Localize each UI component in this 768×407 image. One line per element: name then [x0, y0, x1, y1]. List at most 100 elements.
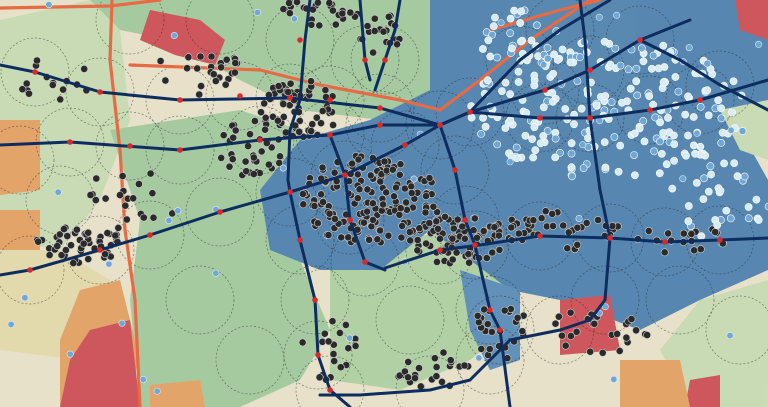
station-marker — [287, 95, 293, 101]
data-point — [690, 246, 698, 255]
data-point — [393, 40, 401, 49]
station-marker — [67, 139, 73, 145]
data-point — [330, 168, 339, 177]
data-point — [635, 124, 644, 133]
data-point — [487, 327, 496, 336]
data-point — [432, 363, 441, 371]
data-point — [341, 320, 350, 329]
data-point — [295, 127, 304, 136]
station-marker — [327, 97, 333, 103]
data-point — [139, 375, 147, 383]
station-marker — [147, 232, 153, 238]
station-marker — [717, 237, 723, 243]
data-point — [84, 255, 93, 263]
data-point — [659, 78, 668, 87]
station-marker — [97, 247, 103, 253]
data-point — [448, 234, 457, 243]
data-point — [34, 237, 43, 246]
data-point — [411, 374, 419, 382]
data-point — [56, 95, 65, 104]
data-point — [514, 229, 523, 238]
data-point — [346, 334, 354, 342]
data-point — [249, 170, 258, 178]
data-point — [279, 100, 288, 108]
data-point — [697, 232, 706, 241]
data-point — [448, 255, 457, 264]
station-marker — [27, 267, 33, 273]
station-marker — [662, 239, 668, 245]
data-point — [460, 361, 469, 370]
data-point — [649, 100, 657, 109]
data-point — [630, 151, 638, 159]
data-point — [367, 222, 376, 231]
data-point — [568, 172, 576, 181]
station-marker — [382, 57, 388, 63]
data-point — [595, 13, 603, 21]
data-point — [407, 182, 416, 191]
data-point — [727, 126, 735, 134]
data-point — [344, 233, 353, 242]
data-point — [707, 170, 715, 179]
data-point — [517, 7, 525, 16]
data-point — [713, 221, 722, 229]
data-point — [644, 226, 653, 235]
data-point — [752, 195, 761, 204]
data-point — [465, 258, 473, 267]
data-point — [726, 332, 734, 340]
data-point — [607, 98, 616, 106]
data-point — [48, 81, 57, 89]
data-point — [506, 116, 515, 124]
data-point — [422, 239, 430, 248]
data-point — [474, 318, 483, 327]
data-point — [122, 215, 131, 224]
data-point — [464, 250, 473, 258]
data-point — [717, 104, 725, 113]
data-point — [407, 189, 416, 197]
data-point — [590, 319, 599, 328]
data-point — [328, 6, 337, 15]
data-point — [153, 387, 161, 395]
data-point — [335, 328, 344, 337]
data-point — [516, 19, 525, 27]
data-point — [319, 198, 327, 206]
data-point — [558, 331, 566, 340]
data-point — [195, 90, 204, 99]
data-point — [551, 134, 560, 143]
data-point — [284, 88, 292, 96]
data-point — [242, 167, 251, 176]
data-point — [533, 21, 541, 30]
data-point — [355, 185, 364, 194]
zone-orange-w2 — [0, 210, 40, 250]
data-point — [276, 152, 284, 161]
station-marker — [647, 107, 653, 113]
data-point — [207, 52, 216, 61]
data-point — [460, 234, 469, 243]
data-point — [598, 348, 607, 357]
station-marker — [607, 235, 613, 241]
data-point — [693, 129, 701, 137]
data-point — [405, 228, 414, 236]
data-point — [397, 233, 406, 242]
data-point — [438, 377, 446, 386]
data-point — [681, 110, 690, 119]
data-point — [404, 357, 413, 366]
station-marker — [177, 147, 183, 153]
data-point — [363, 185, 372, 194]
data-point — [567, 163, 576, 172]
data-point — [197, 82, 205, 90]
data-point — [703, 59, 712, 68]
data-point — [161, 76, 170, 85]
data-point — [483, 320, 492, 328]
data-point — [483, 76, 492, 85]
data-point — [60, 225, 68, 233]
station-marker — [587, 67, 593, 73]
station-marker — [315, 352, 321, 358]
data-point — [321, 86, 330, 94]
data-point — [684, 92, 692, 101]
data-point — [488, 248, 497, 257]
data-point — [481, 122, 490, 131]
data-point — [376, 226, 384, 235]
data-point — [63, 232, 72, 240]
data-point — [353, 170, 362, 179]
data-point — [449, 224, 458, 233]
